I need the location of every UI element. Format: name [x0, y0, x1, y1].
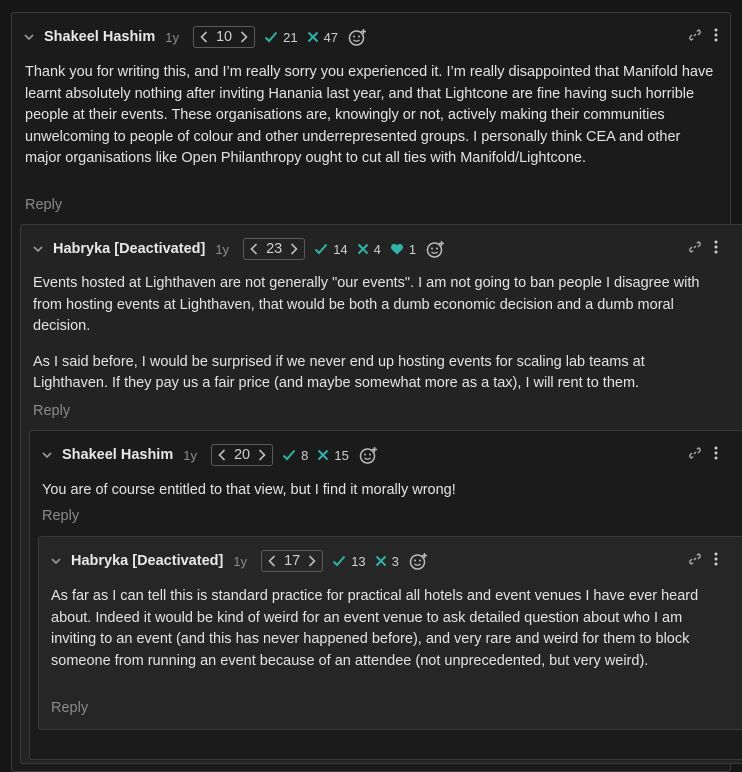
karma-score: 17	[284, 553, 301, 569]
agree-count: 8	[301, 447, 309, 463]
add-reaction-button[interactable]	[409, 552, 428, 571]
disagree-count: 15	[334, 447, 349, 463]
comment-age[interactable]: 1y	[165, 30, 179, 45]
add-reaction-icon	[348, 28, 367, 46]
disagree-vote[interactable]: 47	[307, 30, 338, 45]
agree-vote[interactable]: 13	[332, 553, 366, 569]
add-reaction-icon	[426, 240, 445, 258]
check-icon	[264, 31, 278, 43]
comment-age[interactable]: 1y	[183, 448, 197, 463]
agree-count: 14	[333, 241, 348, 257]
link-icon[interactable]	[688, 240, 702, 259]
comment-age[interactable]: 1y	[215, 242, 229, 257]
karma-vote-widget: 23	[243, 238, 306, 260]
upvote-chevron-icon[interactable]	[306, 554, 318, 568]
comment-author[interactable]: Shakeel Hashim	[62, 447, 173, 463]
karma-vote-widget: 10	[192, 26, 256, 48]
disagree-count: 3	[391, 553, 399, 569]
comment-paragraph: Events hosted at Lighthaven are not gene…	[33, 275, 700, 334]
reply-button[interactable]: Reply	[33, 403, 70, 419]
collapse-chevron-icon[interactable]	[51, 556, 61, 566]
downvote-chevron-icon[interactable]	[266, 554, 278, 568]
comment-body: Thank you for writing this, and I’m real…	[25, 62, 715, 184]
heart-icon	[390, 243, 403, 255]
cross-icon	[375, 555, 386, 567]
comment-paragraph: Thank you for writing this, and I’m real…	[25, 64, 714, 166]
comment-paragraph: As far as I can tell this is standard pr…	[51, 588, 699, 669]
reply-button[interactable]: Reply	[25, 197, 62, 213]
comment-actions	[688, 446, 718, 465]
add-reaction-button[interactable]	[348, 28, 367, 47]
upvote-chevron-icon[interactable]	[238, 30, 250, 44]
comment-author[interactable]: Shakeel Hashim	[44, 29, 155, 45]
heart-count: 1	[408, 241, 417, 257]
more-options-icon[interactable]	[714, 552, 718, 571]
disagree-vote[interactable]: 4	[357, 242, 381, 257]
agree-vote[interactable]: 21	[264, 29, 298, 45]
more-options-icon[interactable]	[714, 28, 718, 47]
comment-header: Shakeel Hashim 1y 20 8 15	[30, 431, 742, 479]
cross-icon	[318, 449, 329, 461]
link-icon[interactable]	[688, 28, 702, 47]
comment-actions	[688, 28, 718, 47]
agree-vote[interactable]: 8	[282, 448, 308, 463]
downvote-chevron-icon[interactable]	[216, 448, 228, 462]
comment-paragraph: As I said before, I would be surprised i…	[33, 353, 645, 392]
cross-icon	[307, 31, 318, 43]
comment-header: Shakeel Hashim 1y 10 21 47	[12, 13, 730, 61]
comment-body: You are of course entitled to that view,…	[42, 480, 722, 516]
check-icon	[332, 555, 346, 567]
comment-body: Events hosted at Lighthaven are not gene…	[33, 273, 723, 409]
add-reaction-button[interactable]	[426, 240, 445, 259]
karma-score: 10	[215, 29, 233, 45]
more-options-icon[interactable]	[714, 240, 718, 259]
reply-button[interactable]: Reply	[42, 508, 79, 524]
comment-author[interactable]: Habryka [Deactivated]	[71, 553, 223, 569]
disagree-vote[interactable]: 15	[317, 447, 349, 463]
add-reaction-icon	[409, 552, 427, 570]
karma-score: 23	[266, 241, 283, 257]
more-options-icon[interactable]	[714, 446, 718, 465]
comment-actions	[688, 240, 718, 259]
reply-button[interactable]: Reply	[51, 700, 88, 716]
comment-body: As far as I can tell this is standard pr…	[51, 586, 709, 686]
karma-vote-widget: 17	[261, 550, 324, 572]
karma-vote-widget: 20	[210, 444, 274, 466]
upvote-chevron-icon[interactable]	[256, 448, 268, 462]
add-reaction-button[interactable]	[359, 446, 378, 465]
add-reaction-icon	[359, 446, 377, 464]
downvote-chevron-icon[interactable]	[248, 242, 260, 256]
downvote-chevron-icon[interactable]	[198, 30, 210, 44]
cross-icon	[357, 243, 368, 255]
link-icon[interactable]	[688, 552, 702, 571]
collapse-chevron-icon[interactable]	[33, 244, 43, 254]
comment-paragraph: You are of course entitled to that view,…	[42, 482, 456, 498]
collapse-chevron-icon[interactable]	[42, 450, 52, 460]
agree-count: 21	[283, 29, 298, 45]
disagree-vote[interactable]: 3	[375, 554, 399, 569]
check-icon	[314, 243, 328, 255]
comment-header: Habryka [Deactivated] 1y 17 13 3	[39, 537, 742, 585]
disagree-count: 47	[323, 29, 339, 45]
upvote-chevron-icon[interactable]	[288, 242, 300, 256]
comment-actions	[688, 552, 718, 571]
agree-vote[interactable]: 14	[314, 241, 348, 257]
comment-author[interactable]: Habryka [Deactivated]	[53, 241, 205, 257]
check-icon	[282, 449, 296, 461]
karma-score: 20	[233, 447, 251, 463]
agree-count: 13	[351, 553, 366, 569]
link-icon[interactable]	[688, 446, 702, 465]
comment-age[interactable]: 1y	[233, 554, 247, 569]
disagree-count: 4	[373, 241, 381, 257]
heart-reaction[interactable]: 1	[390, 242, 416, 257]
comment-header: Habryka [Deactivated] 1y 23 14 4 1	[21, 225, 742, 273]
collapse-chevron-icon[interactable]	[24, 32, 34, 42]
comment-4: Habryka [Deactivated] 1y 17 13 3 As far …	[38, 536, 742, 730]
